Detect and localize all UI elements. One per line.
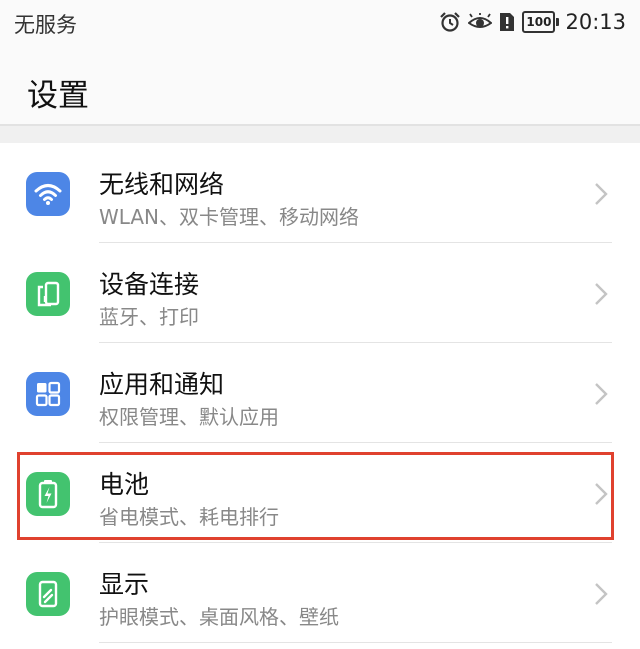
chevron-right-icon (595, 283, 608, 305)
settings-item-title: 设备连接 (99, 270, 200, 299)
battery-level: 100 (522, 11, 556, 33)
section-gap (0, 126, 640, 143)
apps-icon (26, 372, 70, 416)
carrier-label: 无服务 (14, 13, 77, 37)
settings-list: 无线和网络 WLAN、双卡管理、移动网络 设备连接 蓝牙、打印 应用和通知 权限… (0, 143, 640, 643)
chevron-right-icon (595, 183, 608, 205)
divider (99, 642, 612, 643)
chevron-right-icon (595, 383, 608, 405)
battery-indicator: 100 (522, 11, 560, 33)
settings-item-subtitle: WLAN、双卡管理、移动网络 (99, 205, 360, 229)
settings-item-subtitle: 护眼模式、桌面风格、壁纸 (99, 605, 339, 629)
settings-item-title: 无线和网络 (99, 170, 225, 199)
device-connection-icon (26, 272, 70, 316)
battery-tip (556, 18, 560, 26)
settings-item-apps-notifications[interactable]: 应用和通知 权限管理、默认应用 (0, 343, 640, 443)
status-icons: 100 20:13 (439, 9, 626, 35)
sim-alert-icon (499, 12, 515, 32)
settings-item-subtitle: 省电模式、耗电排行 (99, 505, 279, 529)
page-title: 设置 (27, 78, 89, 114)
settings-item-title: 电池 (99, 470, 150, 499)
chevron-right-icon (595, 483, 608, 505)
settings-item-wireless-network[interactable]: 无线和网络 WLAN、双卡管理、移动网络 (0, 143, 640, 243)
eye-comfort-icon (468, 13, 493, 31)
title-bar: 设置 (0, 44, 640, 126)
wifi-icon (26, 172, 70, 216)
display-icon (26, 572, 70, 616)
settings-item-display[interactable]: 显示 护眼模式、桌面风格、壁纸 (0, 543, 640, 643)
settings-item-device-connection[interactable]: 设备连接 蓝牙、打印 (0, 243, 640, 343)
battery-icon (26, 472, 70, 516)
settings-item-title: 显示 (99, 570, 150, 599)
alarm-icon (439, 11, 461, 33)
settings-item-title: 应用和通知 (99, 370, 225, 399)
chevron-right-icon (595, 583, 608, 605)
settings-item-subtitle: 权限管理、默认应用 (99, 405, 279, 429)
settings-item-battery[interactable]: 电池 省电模式、耗电排行 (0, 443, 640, 543)
clock: 20:13 (565, 10, 626, 34)
status-bar: 无服务 100 20:13 (0, 0, 640, 44)
settings-item-subtitle: 蓝牙、打印 (99, 305, 199, 329)
